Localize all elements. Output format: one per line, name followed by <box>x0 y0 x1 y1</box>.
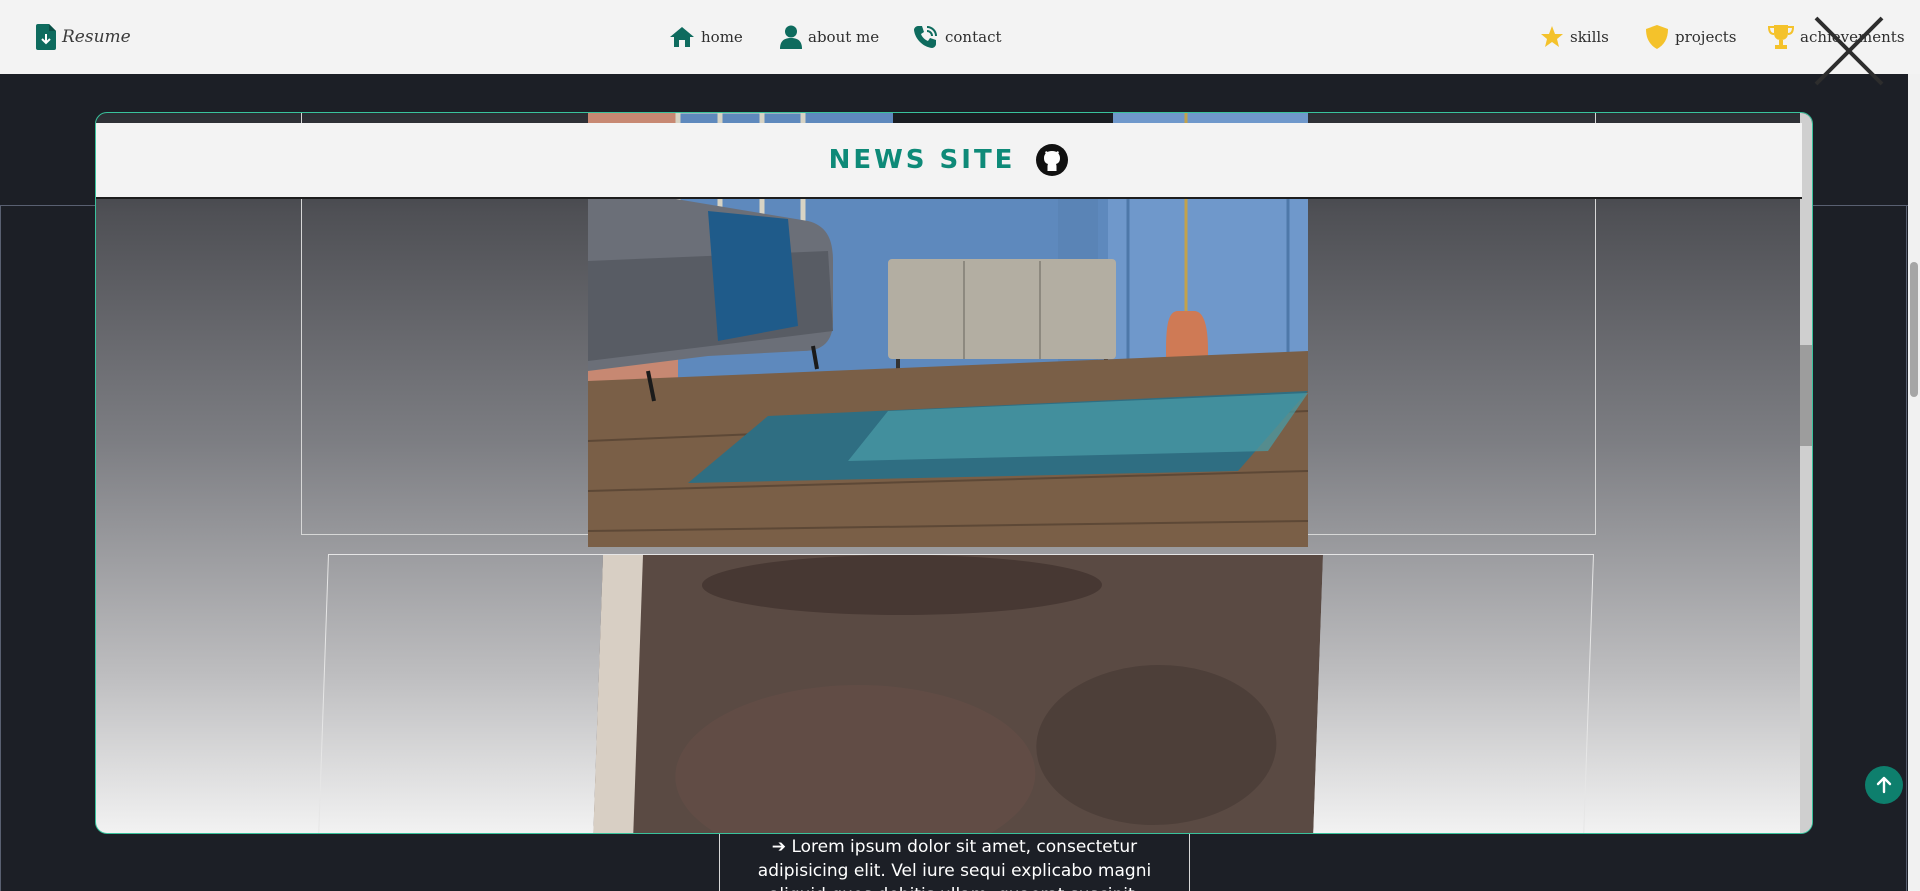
nav-home-label: home <box>701 28 743 46</box>
close-modal-button[interactable] <box>1812 14 1886 88</box>
modal-scrollbar[interactable] <box>1800 113 1812 833</box>
project-screenshot-portrait <box>592 555 1323 833</box>
resume-label: Resume <box>62 27 131 47</box>
modal-scrollbar-thumb[interactable] <box>1800 345 1812 446</box>
nav-projects-label: projects <box>1675 28 1737 46</box>
section-border-right <box>1906 205 1907 891</box>
shield-icon <box>1646 25 1668 49</box>
page-scrollbar-thumb[interactable] <box>1910 262 1918 397</box>
top-navigation: Resume home about me contact skills proj… <box>0 0 1920 74</box>
arrow-up-icon <box>1876 776 1892 794</box>
nav-contact-label: contact <box>945 28 1002 46</box>
file-download-icon <box>36 24 56 50</box>
nav-home[interactable]: home <box>669 0 743 74</box>
github-icon[interactable] <box>1035 143 1069 177</box>
nav-about-label: about me <box>808 28 880 46</box>
close-icon <box>1814 16 1884 86</box>
project-description-text: ➔ Lorem ipsum dolor sit amet, consectetu… <box>757 837 1152 891</box>
resume-link[interactable]: Resume <box>36 0 131 74</box>
modal-title: NEWS SITE <box>828 145 1016 175</box>
nav-skills-label: skills <box>1570 28 1609 46</box>
project-description: ➔ Lorem ipsum dolor sit amet, consectetu… <box>719 832 1190 891</box>
trophy-icon <box>1768 25 1794 49</box>
scroll-to-top-button[interactable] <box>1865 766 1903 804</box>
star-icon <box>1541 26 1563 47</box>
project-modal: NEWS SITE <box>95 112 1813 834</box>
page-scrollbar[interactable] <box>1908 74 1920 891</box>
nav-about-me[interactable]: about me <box>780 0 879 74</box>
phone-icon <box>914 26 937 48</box>
home-icon <box>670 27 694 47</box>
section-border-left <box>0 205 1 891</box>
nav-projects[interactable]: projects <box>1645 0 1736 74</box>
nav-skills[interactable]: skills <box>1540 0 1609 74</box>
nav-contact[interactable]: contact <box>913 0 1002 74</box>
user-icon <box>780 25 802 49</box>
modal-header: NEWS SITE <box>96 123 1802 199</box>
